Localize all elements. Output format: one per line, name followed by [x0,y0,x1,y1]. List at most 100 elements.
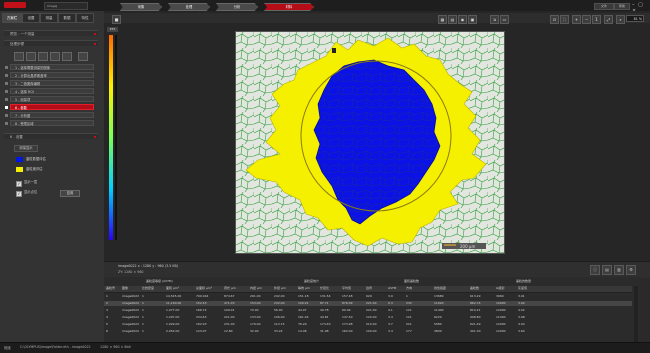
workflow-step[interactable]: 2 - 计算出晶界覆盖率 [5,72,94,78]
export-icon[interactable]: ⇲ [490,15,499,24]
actual-size-icon[interactable]: 1 [592,15,601,24]
column-header[interactable]: 平均值 [342,286,351,291]
zoom-fit-icon[interactable]: ⤢ [604,15,613,24]
column-header[interactable]: 内径 µm [250,286,262,291]
section-steps[interactable]: 处理步骤 [4,40,98,46]
checkbox-show-points[interactable]: ✓ [16,191,22,197]
search-icon[interactable]: ⌕ [616,15,625,24]
section-settings-label: 6 - 设置 [10,135,23,139]
workflow-step[interactable]: 5 - 测量项 [5,96,94,102]
image-viewport[interactable]: 200 µm [235,31,505,254]
table-cell: 123.07 [196,329,207,333]
table-icon[interactable]: ▤ [602,265,612,275]
layers-icon[interactable]: ▤ [448,15,457,24]
stop-icon[interactable]: ■ [112,15,121,24]
column-header[interactable]: 方向 [406,286,412,291]
tab-materials[interactable]: 材料 [264,3,314,11]
workflow-step-label: 5 - 测量项 [15,98,31,102]
fullscreen-icon[interactable]: ⛶ [560,15,569,24]
group-header: 面积晶粒数 [404,279,420,283]
grid-icon[interactable]: ▦ [438,15,447,24]
workflow-step[interactable]: 7 - 分析图 [5,112,94,118]
info-icon[interactable]: ⓘ [590,265,600,275]
step-icon-3[interactable] [38,52,48,61]
apply-button[interactable]: 应用 [60,190,80,197]
table-cell: 131.54 [320,294,331,298]
tab-features[interactable]: 特性 [76,13,94,23]
table-cell: image0022 [122,329,139,333]
table-cell: 12.80 [224,329,233,333]
tab-analyze[interactable]: 分析 [216,3,258,11]
column-header[interactable]: 周长 µm [224,286,236,291]
table-cell: 147.40 [342,315,353,319]
window-controls[interactable]: – ▢ × [632,2,648,14]
tab-process[interactable]: 处理 [168,3,210,11]
zoom-in-icon[interactable]: + [572,15,581,24]
table-row[interactable]: 4 image0022 1 1,297.00 234.63 221.00 133.00 106… [104,315,632,320]
section-preview[interactable]: 预览 - 一个测量 [4,30,98,36]
table-cell: 4.1 [388,308,393,312]
step-icon-5[interactable] [62,52,72,61]
workflow-step[interactable]: 3 - 二值图像编辑 [5,80,94,86]
column-header[interactable]: ASTM [388,286,396,291]
tab-scheme[interactable]: 方案栏 [2,13,22,23]
column-header[interactable]: 外径 µm [274,286,286,291]
column-header[interactable]: 面积 µm² [166,286,179,291]
micrograph-image: 200 µm [236,32,504,253]
section-settings[interactable]: 6 - 设置 [4,133,98,139]
workflow-step-label: 2 - 计算出晶界覆盖率 [15,74,47,78]
table-cell: 4.02 [518,308,525,312]
fit-icon[interactable]: ⊡ [550,15,559,24]
column-header[interactable]: 总面积 µm² [196,286,212,291]
table-row[interactable]: 1 image0022 1 14,545.00 790.044 874.67 291.00 2… [104,294,632,299]
chart-icon[interactable]: ▥ [614,265,624,275]
table-cell: 221 [406,322,412,326]
table-cell: 1 [142,315,144,319]
table-cell: 12000 [496,308,506,312]
workflow-step[interactable]: 4 - 选择 ROI [5,88,94,94]
workflow-step[interactable]: 1 - 选择需要测量的图像 [5,64,94,70]
tab-settings[interactable]: 设置 [22,13,40,23]
column-header[interactable]: 晶粒数 [470,286,479,291]
column-header[interactable]: 线性截距 [434,286,446,291]
table-cell: 1,077.00 [166,308,180,312]
tab-measure[interactable]: 测量 [40,13,58,23]
eye-icon[interactable]: ◉ [458,15,467,24]
table-row[interactable]: 5 image0022 1 1,029.00 162.93 231.00 179.00 112… [104,322,632,327]
section-preview-label: 预览 - 一个测量 [10,32,35,36]
zoom-field[interactable]: 81 % [626,15,644,22]
app-title-field[interactable]: ImageJ [44,2,88,10]
help-menu-button[interactable]: 帮助 [614,3,630,10]
table-cell: 2 [106,301,108,305]
tab-data[interactable]: 数据 [58,13,76,23]
tab-acquire[interactable]: 采集 [120,3,162,11]
settings-icon[interactable]: ⚙ [626,265,636,275]
workflow-step-active[interactable]: 6 - 参数 [5,104,94,110]
column-header[interactable]: 边界 [366,286,372,291]
column-header[interactable]: 比较密度 [142,286,154,291]
table-row[interactable]: 3 image0022 1 1,077.00 166.74 109.01 70.00 56.0… [104,308,632,313]
column-header[interactable]: G级别 [496,286,504,291]
table-cell: 11,190.00 [166,301,182,305]
table-cell: 862.74 [470,301,481,305]
refresh-icon[interactable] [78,52,88,61]
column-header[interactable]: 等效 µm [298,286,310,291]
colorbar-slider-track[interactable] [115,35,117,240]
step-icon-4[interactable] [50,52,60,61]
table-cell: 471.03 [224,301,235,305]
table-row[interactable]: 2 image0022 1 11,190.00 152.43 471.03 153.00 23… [104,301,632,306]
zoom-out-icon[interactable]: − [582,15,591,24]
checkbox-show-layer[interactable]: ✓ [16,181,22,187]
window-icon[interactable]: ▭ [500,15,509,24]
table-scrollbar[interactable] [634,286,638,342]
workflow-step[interactable]: 8 - 受限区域 [5,120,94,126]
table-row[interactable]: 6 image0022 1 2,052.00 123.07 12.80 32.00 33.24… [104,329,632,334]
column-header[interactable]: 长径比 [320,286,329,291]
column-header[interactable]: 灰度值 [518,286,527,291]
file-menu-button[interactable]: 文件 [594,3,614,10]
column-header[interactable]: 晶粒号 [106,286,115,291]
column-header[interactable]: 图像 [122,286,128,291]
step-icon-2[interactable] [26,52,36,61]
step-icon-1[interactable] [14,52,24,61]
overlay-icon[interactable]: ▣ [468,15,477,24]
